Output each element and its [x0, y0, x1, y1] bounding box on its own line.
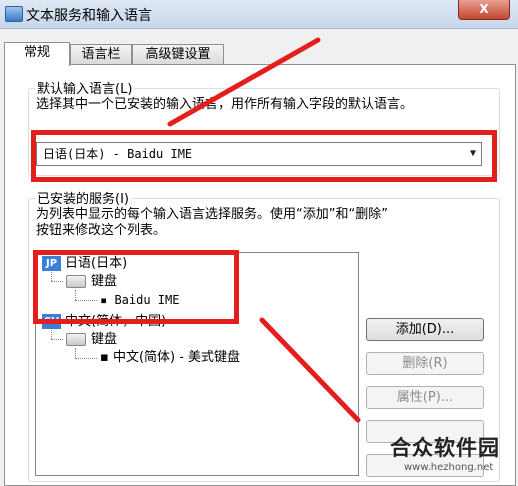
watermark-text: 合众软件园 — [390, 436, 500, 460]
annotation-arrow-bottom — [259, 317, 361, 423]
tab-general[interactable]: 常规 — [4, 42, 70, 66]
annotation-arrows — [167, 37, 361, 423]
annotation-arrow-top — [167, 37, 321, 127]
watermark: 合众软件园 www.hezhong.net — [384, 432, 516, 478]
watermark-url: www.hezhong.net — [404, 462, 494, 473]
